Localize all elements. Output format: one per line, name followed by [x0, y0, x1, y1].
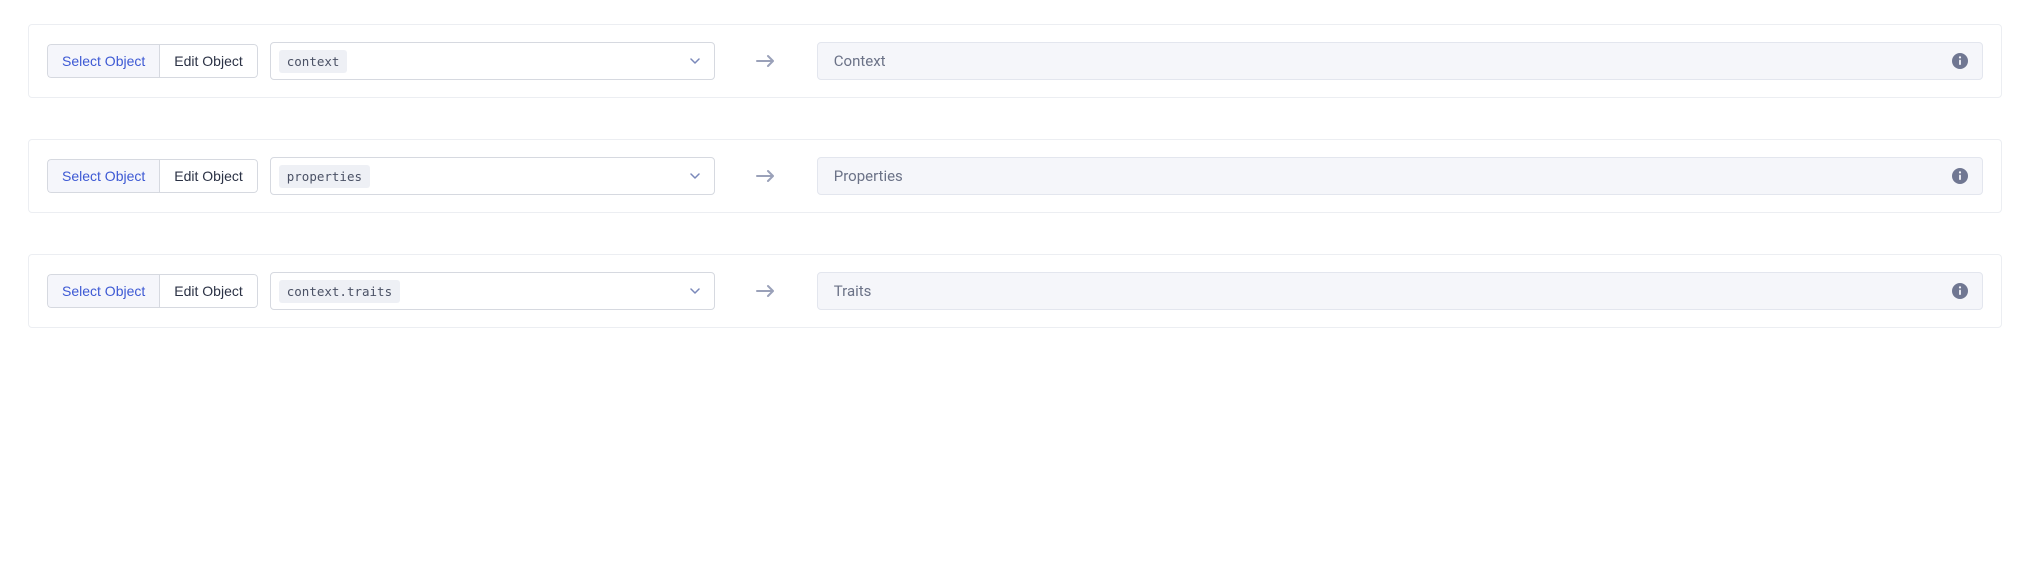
select-object-button[interactable]: Select Object	[47, 44, 159, 78]
edit-object-button[interactable]: Edit Object	[159, 44, 257, 78]
object-mode-toggle: Select Object Edit Object	[47, 44, 258, 78]
row-divider	[28, 118, 2002, 119]
edit-object-button[interactable]: Edit Object	[159, 159, 257, 193]
mapping-row: Select Object Edit Object context Contex…	[28, 24, 2002, 98]
destination-field: Context	[817, 42, 1983, 80]
source-value-select[interactable]: properties	[270, 157, 715, 195]
arrow-right-icon	[727, 284, 805, 298]
source-value-chip: context	[279, 50, 348, 73]
edit-object-button[interactable]: Edit Object	[159, 274, 257, 308]
caret-down-icon	[690, 58, 700, 64]
object-mode-toggle: Select Object Edit Object	[47, 159, 258, 193]
info-icon[interactable]	[1952, 283, 1968, 299]
destination-label: Traits	[834, 282, 872, 300]
source-value-select[interactable]: context.traits	[270, 272, 715, 310]
info-icon[interactable]	[1952, 53, 1968, 69]
mapping-row: Select Object Edit Object context.traits…	[28, 254, 2002, 328]
destination-field: Traits	[817, 272, 1983, 310]
arrow-right-icon	[727, 54, 805, 68]
row-divider	[28, 233, 2002, 234]
caret-down-icon	[690, 288, 700, 294]
destination-label: Properties	[834, 167, 903, 185]
info-icon[interactable]	[1952, 168, 1968, 184]
destination-label: Context	[834, 52, 886, 70]
select-object-button[interactable]: Select Object	[47, 274, 159, 308]
select-object-button[interactable]: Select Object	[47, 159, 159, 193]
mapping-row: Select Object Edit Object properties Pro…	[28, 139, 2002, 213]
arrow-right-icon	[727, 169, 805, 183]
source-value-chip: properties	[279, 165, 370, 188]
caret-down-icon	[690, 173, 700, 179]
object-mode-toggle: Select Object Edit Object	[47, 274, 258, 308]
destination-field: Properties	[817, 157, 1983, 195]
source-value-select[interactable]: context	[270, 42, 715, 80]
source-value-chip: context.traits	[279, 280, 400, 303]
